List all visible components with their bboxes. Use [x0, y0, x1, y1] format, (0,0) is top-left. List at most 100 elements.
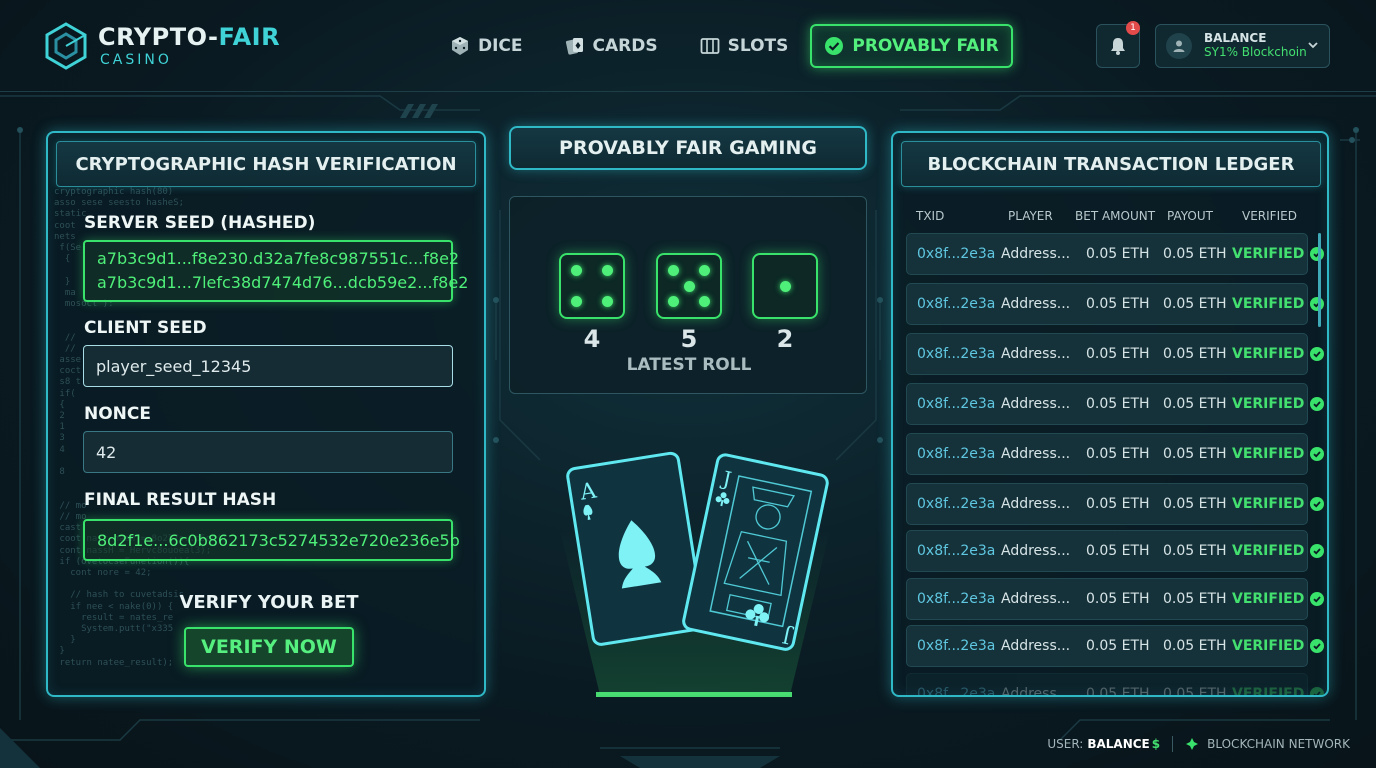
footer-user-balance: BALANCE: [1087, 737, 1150, 751]
table-row[interactable]: 0x8f...2e3a Address... 0.05 ETH 0.05 ETH VER…: [906, 673, 1325, 697]
nav-slots-label: SLOTS: [727, 36, 789, 56]
txid-cell[interactable]: 0x8f...2e3a: [917, 543, 995, 559]
bet-cell: 0.05 ETH: [1086, 686, 1150, 697]
player-cell: Address...: [1001, 246, 1071, 262]
server-seed-field[interactable]: a7b3c9d1...f8e230.d32a7fe8c987551c...f8e…: [83, 240, 468, 302]
table-row[interactable]: 0x8f...2e3a Address... 0.05 ETH 0.05 ETH VER…: [906, 383, 1325, 425]
server-seed-line-1: a7b3c9d1...f8e230.d32a7fe8c987551c...f8e…: [97, 249, 460, 268]
bell-icon: [1111, 38, 1125, 55]
nav-provably-fair[interactable]: PROVABLY FAIR: [810, 24, 1013, 68]
table-row[interactable]: 0x8f...2e3a Address... 0.05 ETH 0.05 ETH VER…: [906, 483, 1325, 525]
verified-label: VERIFIED: [1232, 496, 1305, 512]
server-seed-line-2: a7b3c9d1...7lefc38d7474d76...dcb59e2...f…: [97, 273, 469, 292]
balance-dropdown[interactable]: BALANCE SY1% Blockchoin: [1155, 24, 1330, 68]
latest-roll-label: LATEST ROLL: [626, 355, 752, 375]
txid-cell[interactable]: 0x8f...2e3a: [917, 638, 995, 654]
ledger-header-verified: VERIFIED: [1242, 209, 1297, 223]
avatar: [1166, 33, 1192, 59]
table-row[interactable]: 0x8f...2e3a Address... 0.05 ETH 0.05 ETH VER…: [906, 333, 1325, 375]
payout-cell: 0.05 ETH: [1163, 296, 1227, 312]
server-seed-label: SERVER SEED (HASHED): [84, 213, 316, 233]
txid-cell[interactable]: 0x8f...2e3a: [917, 496, 995, 512]
verified-label: VERIFIED: [1232, 591, 1305, 607]
verified-cell: VERIFIED: [1232, 446, 1325, 462]
txid-cell[interactable]: 0x8f...2e3a: [917, 246, 995, 262]
balance-label: BALANCE: [1204, 31, 1267, 46]
txid-cell[interactable]: 0x8f...2e3a: [917, 686, 995, 695]
client-seed-input[interactable]: player_seed_12345: [83, 345, 453, 387]
ledger-scrollbar[interactable]: [1318, 233, 1321, 327]
bet-cell: 0.05 ETH: [1086, 246, 1150, 262]
payout-cell: 0.05 ETH: [1163, 396, 1227, 412]
hash-panel-title: CRYPTOGRAPHIC HASH VERIFICATION: [56, 141, 476, 187]
bet-cell: 0.05 ETH: [1086, 346, 1150, 362]
txid-cell[interactable]: 0x8f...2e3a: [917, 296, 995, 312]
player-cell: Address...: [1001, 396, 1071, 412]
nav-dice[interactable]: DICE: [440, 24, 533, 68]
table-row[interactable]: 0x8f...2e3a Address... 0.05 ETH 0.05 ETH VER…: [906, 433, 1325, 475]
slots-icon: [700, 38, 720, 54]
player-cell: Address...: [1001, 446, 1071, 462]
payout-cell: 0.05 ETH: [1163, 246, 1227, 262]
verified-label: VERIFIED: [1232, 446, 1305, 462]
ledger-title: BLOCKCHAIN TRANSACTION LEDGER: [901, 141, 1321, 187]
playing-cards: A J J: [560, 451, 830, 697]
verified-cell: VERIFIED: [1232, 346, 1325, 362]
hash-verification-panel: cryptographic hash(80) asso sese seesto …: [46, 131, 486, 697]
verified-label: VERIFIED: [1232, 246, 1305, 262]
top-bar: CRYPTO-FAIR CASINO DICE CARDS SLOTS PROV…: [0, 0, 1376, 92]
notifications-button[interactable]: 1: [1096, 21, 1140, 68]
nonce-input[interactable]: 42: [83, 431, 453, 473]
check-circle-icon: [1310, 497, 1325, 511]
check-circle-icon: [1310, 347, 1325, 361]
verified-cell: VERIFIED: [1232, 296, 1325, 312]
brand-title: CRYPTO-FAIR: [98, 23, 281, 51]
txid-cell[interactable]: 0x8f...2e3a: [917, 396, 995, 412]
verify-now-button[interactable]: VERIFY NOW: [184, 627, 354, 667]
verified-cell: VERIFIED: [1232, 638, 1325, 654]
nav-slots[interactable]: SLOTS: [690, 24, 799, 68]
ledger-header-payout: PAYOUT: [1167, 209, 1213, 223]
ledger-header-player: PLAYER: [1008, 209, 1053, 223]
player-cell: Address...: [1001, 296, 1071, 312]
verified-cell: VERIFIED: [1232, 496, 1325, 512]
check-circle-icon: [1310, 687, 1325, 695]
notification-badge: 1: [1126, 21, 1140, 35]
bet-cell: 0.05 ETH: [1086, 396, 1150, 412]
player-cell: Address...: [1001, 686, 1071, 697]
txid-cell[interactable]: 0x8f...2e3a: [917, 591, 995, 607]
payout-cell: 0.05 ETH: [1163, 686, 1227, 697]
client-seed-label: CLIENT SEED: [84, 318, 207, 338]
verified-cell: VERIFIED: [1232, 591, 1325, 607]
check-circle-icon: [825, 37, 844, 55]
nav-cards-label: CARDS: [592, 36, 658, 56]
bet-cell: 0.05 ETH: [1086, 638, 1150, 654]
payout-cell: 0.05 ETH: [1163, 638, 1227, 654]
brand-logo[interactable]: CRYPTO-FAIR CASINO: [44, 20, 304, 72]
status-footer: USER: BALANCE $ BLOCKCHAIN NETWORK: [1047, 736, 1350, 752]
table-row[interactable]: 0x8f...2e3a Address... 0.05 ETH 0.05 ETH VER…: [906, 625, 1325, 667]
bet-cell: 0.05 ETH: [1086, 446, 1150, 462]
footer-user-label: USER:: [1047, 737, 1084, 751]
table-row[interactable]: 0x8f...2e3a Address... 0.05 ETH 0.05 ETH VER…: [906, 530, 1325, 572]
footer-currency: $: [1151, 737, 1161, 751]
network-node-icon: [1186, 738, 1199, 750]
table-row[interactable]: 0x8f...2e3a Address... 0.05 ETH 0.05 ETH VER…: [906, 233, 1325, 275]
nav-cards[interactable]: CARDS: [555, 24, 668, 68]
verified-label: VERIFIED: [1232, 296, 1305, 312]
bet-cell: 0.05 ETH: [1086, 296, 1150, 312]
txid-cell[interactable]: 0x8f...2e3a: [917, 446, 995, 462]
table-row[interactable]: 0x8f...2e3a Address... 0.05 ETH 0.05 ETH VER…: [906, 578, 1325, 620]
dice-roll-panel: 4 5 2 LATEST ROLL: [509, 196, 867, 394]
bet-cell: 0.05 ETH: [1086, 496, 1150, 512]
main-nav: DICE CARDS SLOTS PROVABLY FAIR: [440, 24, 1013, 68]
ledger-header-bet: BET AMOUNT: [1075, 209, 1156, 223]
check-circle-icon: [1310, 397, 1325, 411]
payout-cell: 0.05 ETH: [1163, 496, 1227, 512]
verified-label: VERIFIED: [1232, 346, 1305, 362]
txid-cell[interactable]: 0x8f...2e3a: [917, 346, 995, 362]
final-hash-field[interactable]: 8d2f1e...6c0b862173c5274532e720e236e5b: [83, 519, 460, 561]
verified-label: VERIFIED: [1232, 543, 1305, 559]
table-row[interactable]: 0x8f...2e3a Address... 0.05 ETH 0.05 ETH VER…: [906, 283, 1325, 325]
payout-cell: 0.05 ETH: [1163, 543, 1227, 559]
